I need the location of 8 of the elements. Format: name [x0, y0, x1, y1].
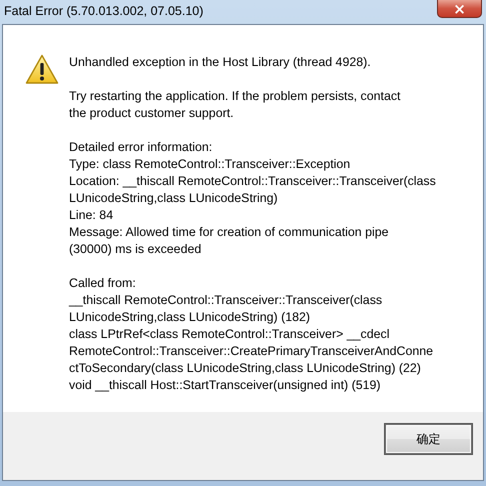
window-title: Fatal Error (5.70.013.002, 07.05.10)	[3, 3, 204, 18]
message-text: Unhandled exception in the Host Library (thread 4928).	[69, 54, 372, 71]
message-text: Called from: __thiscall RemoteControl::Transceiver::Transceiver(class LUnicodeString,class LUnicodeString) (182) class LPtrRef<class RemoteControl::Transceiver> __cdecl RemoteControl::Transceiver::CreatePrimaryTransceiverAndConne ctToSecondary(class LUnicodeString,class LUnicodeString) (22) void __thiscall Host::StartTransceiver(unsigned int) (519)	[69, 275, 434, 394]
ok-button[interactable]: 确定	[385, 424, 472, 454]
warning-icon	[25, 54, 59, 85]
message-text: Detailed error information: Type: class RemoteControl::Transceiver::Exception Location: __thiscall RemoteControl::Transceiver::Transceiver(class LUnicodeString,class LUnicodeString) Line: 84 Message: Allowed time for creation of communication pipe (30000) ms is exceeded	[69, 139, 436, 258]
message-text: Try restarting the application. If the problem persists, contact the product customer support.	[69, 88, 402, 122]
close-button[interactable]: ×	[437, 0, 482, 18]
